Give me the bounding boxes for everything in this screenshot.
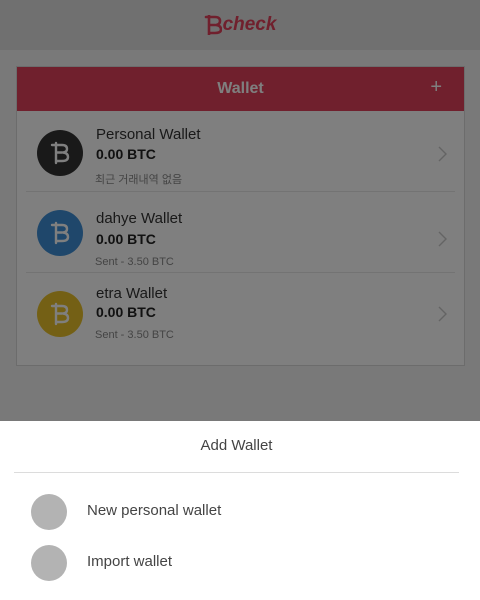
sheet-title: Add Wallet (14, 421, 459, 473)
option-label: New personal wallet (87, 502, 222, 519)
import-wallet-icon (31, 545, 67, 581)
new-wallet-icon (31, 494, 67, 530)
add-wallet-sheet: Add Wallet New personal wallet Import wa… (0, 421, 480, 600)
new-personal-wallet-option[interactable]: New personal wallet (0, 488, 480, 536)
option-label: Import wallet (87, 553, 173, 570)
import-wallet-option[interactable]: Import wallet (0, 539, 480, 587)
